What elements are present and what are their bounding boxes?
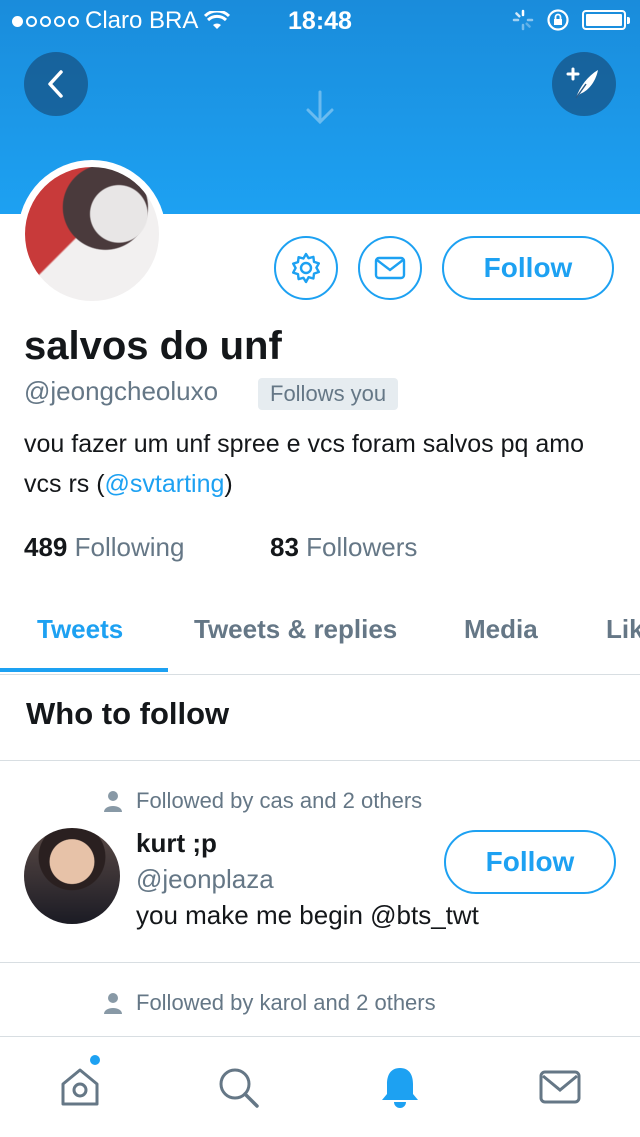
- tab-tweets-and-replies[interactable]: Tweets & replies: [194, 614, 397, 645]
- person-icon: [104, 993, 122, 1014]
- follow-button[interactable]: Follow: [442, 236, 614, 300]
- tab-notifications[interactable]: [376, 1063, 424, 1111]
- active-tab-indicator: [0, 668, 168, 672]
- activity-spinner-icon: [512, 9, 534, 31]
- follows-you-badge: Follows you: [258, 378, 399, 410]
- envelope-icon: [374, 256, 406, 280]
- user-avatar[interactable]: [24, 828, 120, 924]
- messages-icon: [539, 1070, 581, 1104]
- social-context: Followed by karol and 2 others: [104, 990, 436, 1016]
- chevron-left-icon: [48, 70, 63, 98]
- gear-icon: [292, 252, 320, 284]
- tab-media[interactable]: Media: [464, 614, 538, 645]
- who-to-follow-title: Who to follow: [26, 696, 230, 731]
- home-icon: [61, 1068, 99, 1106]
- bio-text-end: ): [224, 470, 233, 498]
- bio-mention-link[interactable]: @svtarting: [105, 470, 225, 498]
- compose-tweet-button[interactable]: [552, 52, 616, 116]
- profile-handle: @jeongcheoluxo: [24, 376, 219, 406]
- profile-avatar[interactable]: [18, 160, 166, 308]
- new-tweets-indicator: [90, 1055, 100, 1065]
- tab-home[interactable]: [56, 1063, 104, 1111]
- profile-settings-button[interactable]: [274, 236, 338, 300]
- tab-tweets[interactable]: Tweets: [37, 614, 123, 645]
- pull-to-refresh-icon: [306, 90, 334, 125]
- social-context: Followed by cas and 2 others: [104, 788, 422, 814]
- bottom-tab-bar: [0, 1036, 640, 1137]
- tab-messages[interactable]: [536, 1063, 584, 1111]
- followers-count: 83: [270, 532, 299, 562]
- social-context-text: Followed by karol and 2 others: [136, 990, 436, 1015]
- user-handle: @jeonplaza: [136, 864, 274, 894]
- following-stat[interactable]: 489 Following: [24, 532, 184, 563]
- tab-search[interactable]: [214, 1063, 262, 1111]
- profile-bio: vou fazer um unf spree e vcs foram salvo…: [24, 424, 624, 504]
- battery-icon: [582, 10, 630, 30]
- profile-tabs: Tweets Tweets & replies Media Lik: [0, 598, 640, 675]
- direct-message-button[interactable]: [358, 236, 422, 300]
- following-label: Following: [74, 532, 185, 562]
- back-button[interactable]: [24, 52, 88, 116]
- person-icon: [104, 791, 122, 812]
- search-icon: [219, 1068, 259, 1108]
- notifications-icon: [382, 1068, 418, 1108]
- divider: [0, 962, 640, 963]
- following-count: 489: [24, 532, 68, 562]
- divider: [0, 760, 640, 761]
- tab-likes[interactable]: Lik: [606, 614, 640, 645]
- user-name[interactable]: kurt ;p: [136, 828, 217, 859]
- user-bio: you make me begin @bts_twt: [136, 900, 479, 930]
- rotation-lock-icon: [547, 9, 569, 31]
- compose-tweet-icon: [566, 67, 598, 99]
- follow-user-button[interactable]: Follow: [444, 830, 616, 894]
- profile-display-name: salvos do unf: [24, 324, 282, 368]
- social-context-text: Followed by cas and 2 others: [136, 788, 423, 813]
- status-bar: Claro BRA 18:48: [0, 0, 640, 40]
- followers-label: Followers: [306, 532, 418, 562]
- followers-stat[interactable]: 83 Followers: [270, 532, 417, 563]
